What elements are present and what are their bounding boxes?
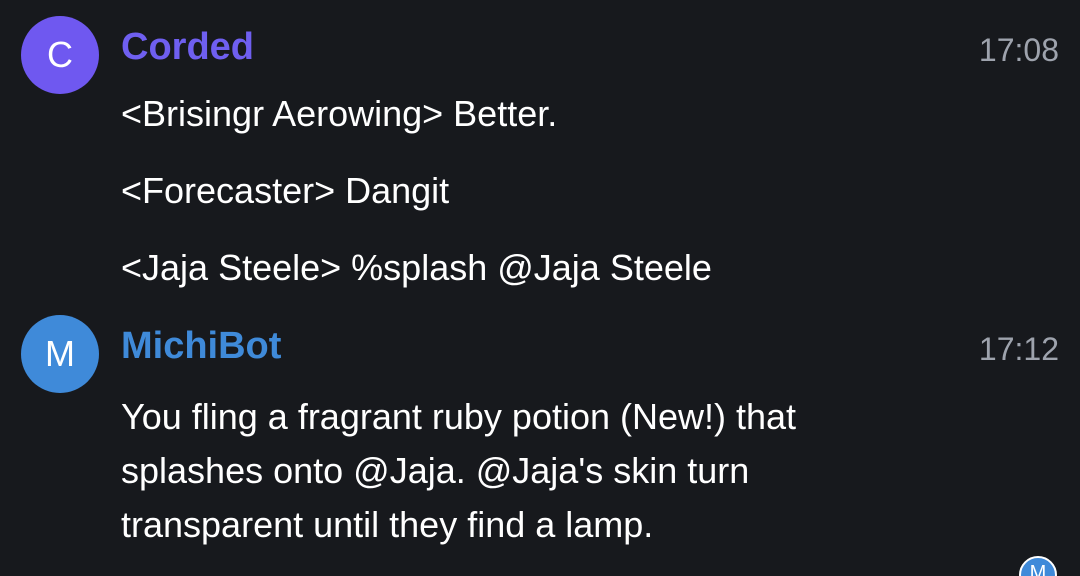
author-name-michibot[interactable]: MichiBot [121,324,281,368]
message-body: You fling a fragrant ruby potion (New!) … [121,396,797,545]
message-line: <Forecaster> Dangit [121,170,450,211]
read-receipt-avatar[interactable]: M [1019,556,1057,576]
message-line: <Jaja Steele> %splash @Jaja Steele [121,247,712,288]
author-name-corded[interactable]: Corded [121,25,254,69]
chat-timeline: C Corded 17:08 <Brisingr Aerowing> Bette… [0,0,1080,576]
message-line: <Brisingr Aerowing> Better. [121,93,558,134]
message-timestamp: 17:08 [978,32,1059,68]
avatar-corded[interactable]: C [21,16,99,94]
message-timestamp: 17:12 [978,331,1059,367]
avatar-michibot[interactable]: M [21,315,99,393]
